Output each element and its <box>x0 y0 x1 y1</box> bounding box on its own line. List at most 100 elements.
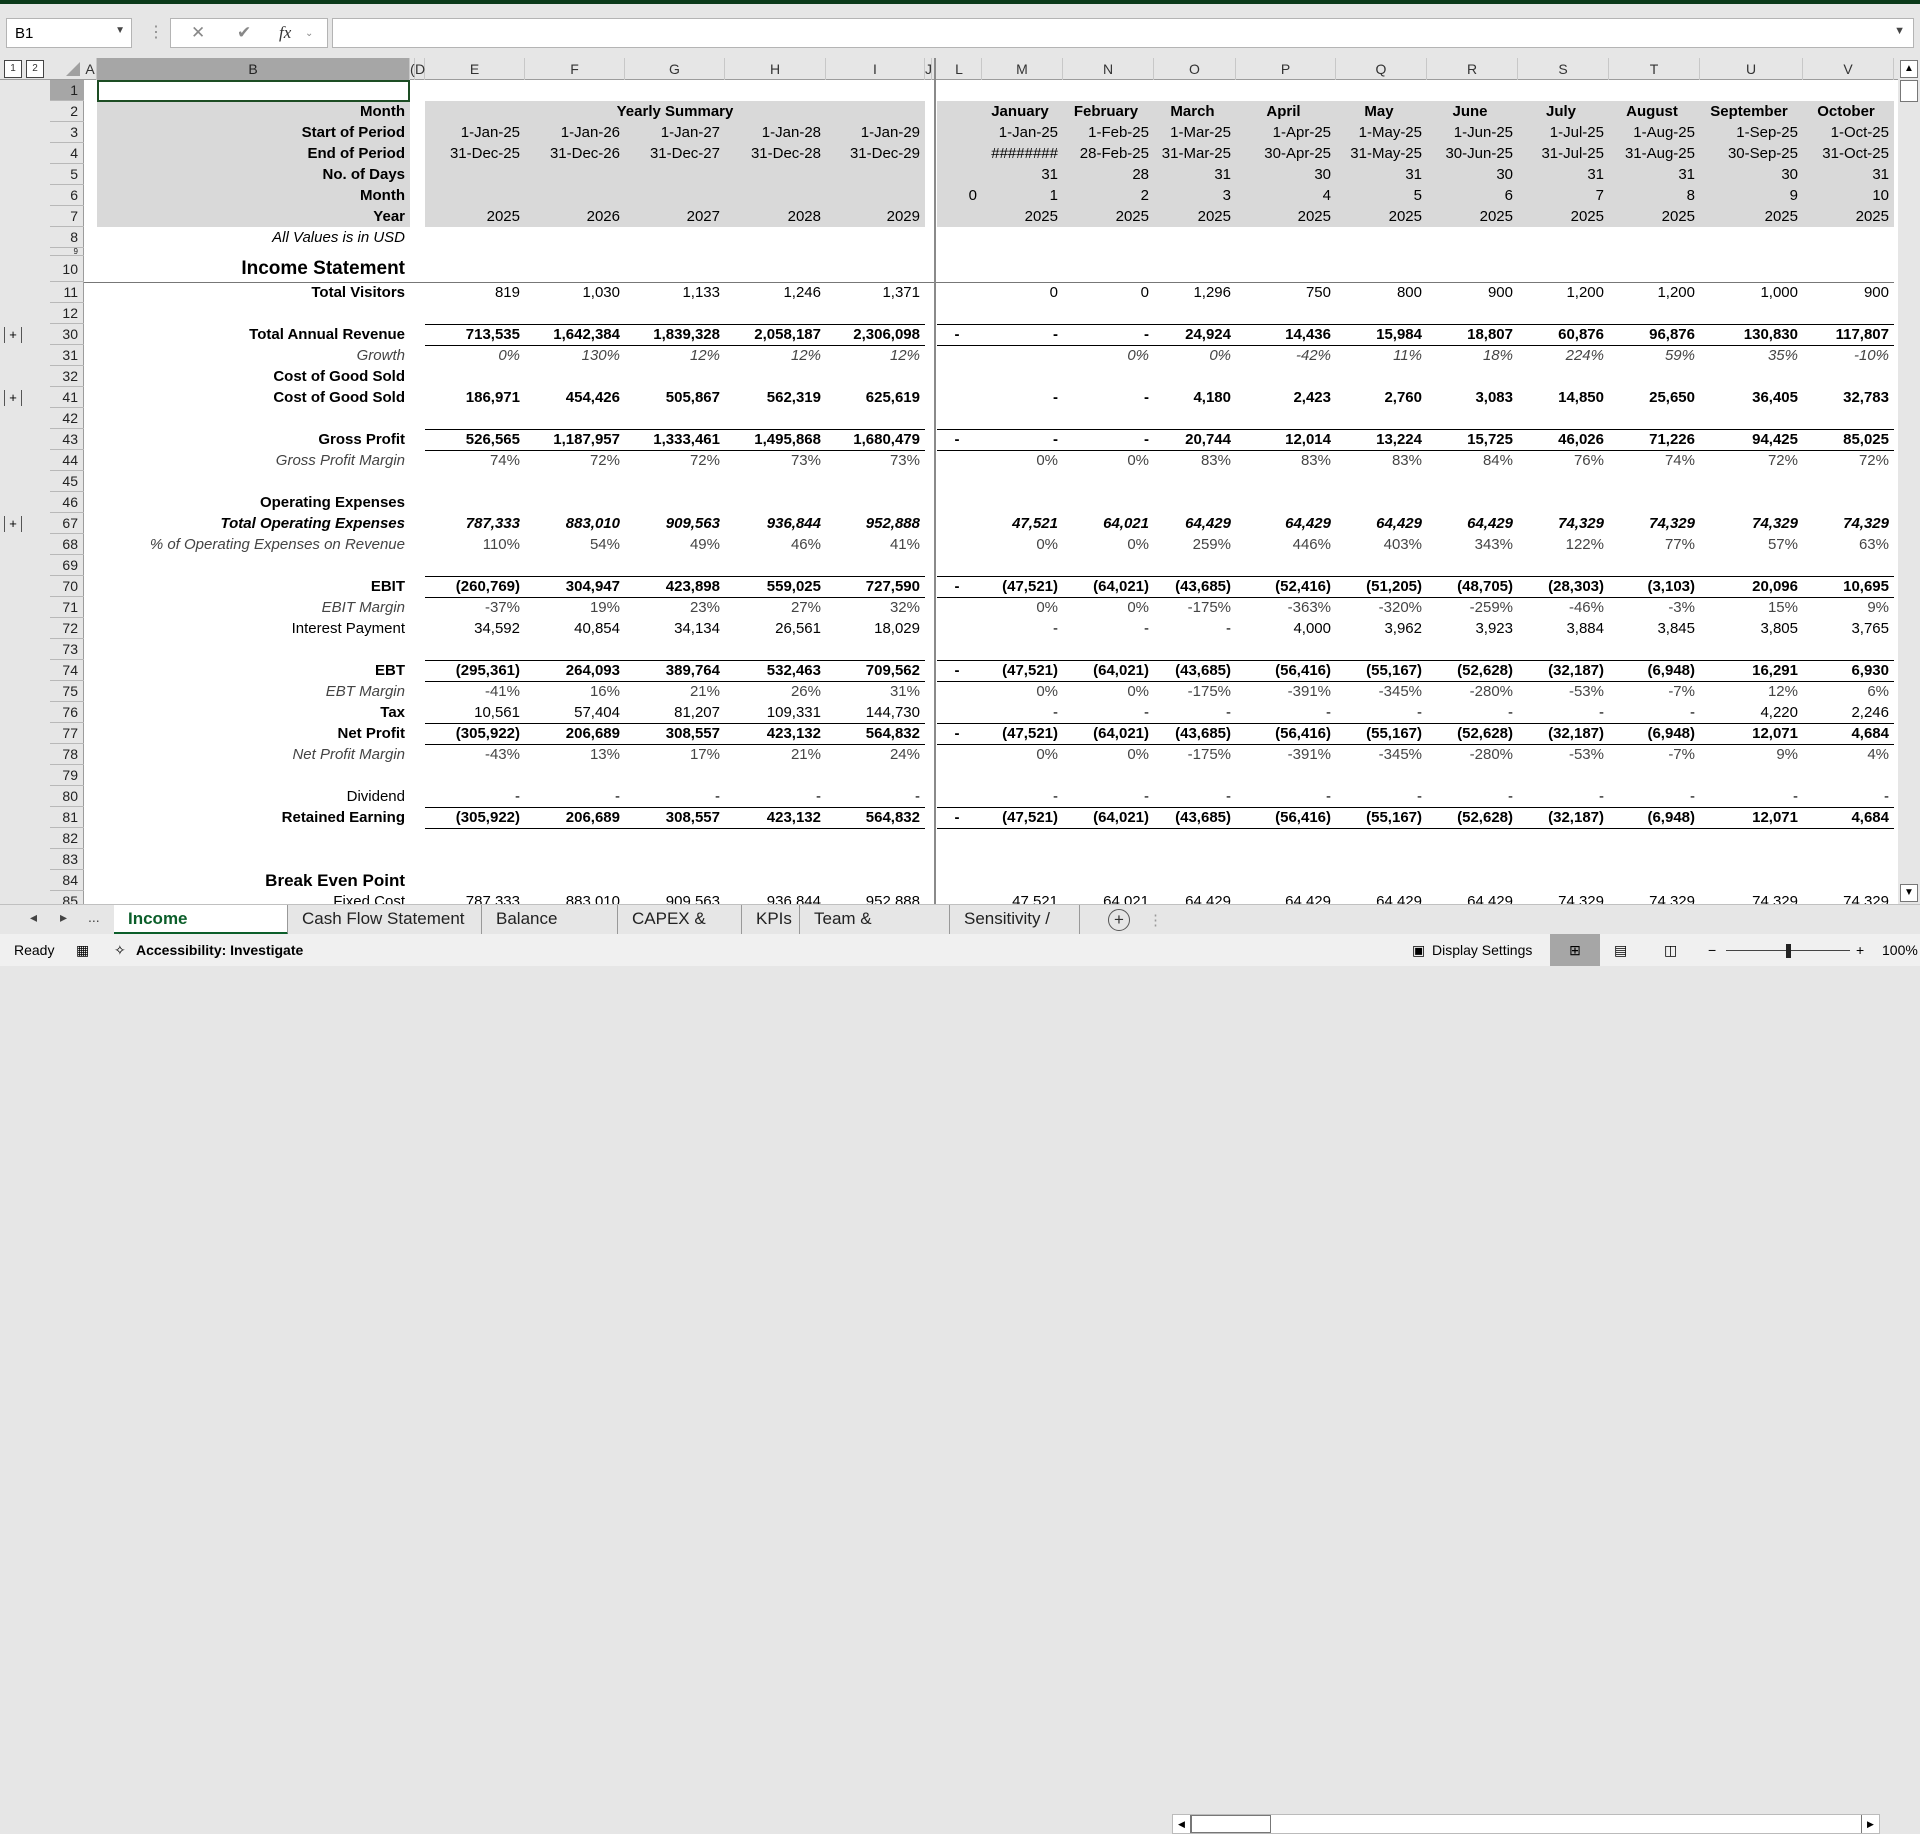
row-header-3[interactable]: 3 <box>50 122 84 143</box>
row-header-72[interactable]: 72 <box>50 618 84 639</box>
select-all-button[interactable] <box>66 62 80 76</box>
sheet-tab[interactable]: Income Statement <box>114 905 288 956</box>
row-header-73[interactable]: 73 <box>50 639 84 660</box>
scroll-down-button[interactable]: ▼ <box>1900 884 1918 902</box>
row-header-32[interactable]: 32 <box>50 366 84 387</box>
row-header-41[interactable]: 41 <box>50 387 84 408</box>
scroll-left-button[interactable]: ◀ <box>1173 1815 1191 1833</box>
active-cell-selection[interactable] <box>97 80 410 102</box>
sheet-tab[interactable]: Balance Sheet <box>482 905 618 956</box>
column-header-e[interactable]: E <box>425 58 525 80</box>
enter-check-icon[interactable]: ✔ <box>237 23 251 43</box>
column-header-d[interactable]: D <box>415 58 425 80</box>
more-tabs-button[interactable]: ... <box>88 909 100 925</box>
horizontal-scroll-thumb[interactable] <box>1191 1815 1271 1833</box>
row-header-74[interactable]: 74 <box>50 660 84 681</box>
sheet-tab[interactable]: Sensitivity / ... <box>950 905 1080 956</box>
row-header-68[interactable]: 68 <box>50 534 84 555</box>
chevron-down-icon[interactable]: ▼ <box>115 25 125 36</box>
row-header-10[interactable]: 10 <box>50 256 84 282</box>
row-header-77[interactable]: 77 <box>50 723 84 744</box>
row-header-70[interactable]: 70 <box>50 576 84 597</box>
zoom-slider-thumb[interactable] <box>1786 944 1791 958</box>
zoom-level[interactable]: 100% <box>1882 942 1918 958</box>
column-header-t[interactable]: T <box>1609 58 1700 80</box>
row-header-7[interactable]: 7 <box>50 206 84 227</box>
chevron-down-icon[interactable]: ⌄ <box>305 28 313 39</box>
row-header-31[interactable]: 31 <box>50 345 84 366</box>
row-header-1[interactable]: 1 <box>50 80 84 101</box>
sheet-tab[interactable]: Team & Salaries <box>800 905 950 956</box>
row-header-42[interactable]: 42 <box>50 408 84 429</box>
row-header-45[interactable]: 45 <box>50 471 84 492</box>
row-header-71[interactable]: 71 <box>50 597 84 618</box>
row-header-11[interactable]: 11 <box>50 282 84 303</box>
horizontal-scrollbar[interactable]: ◀ ▶ <box>1172 1814 1880 1834</box>
row-header-69[interactable]: 69 <box>50 555 84 576</box>
spreadsheet-grid[interactable]: 1 2 A B(D E F G H I J L M N O P Q R S T U V 1 2 3 4 5 6 7 8 9 10 11 1… <box>0 58 1898 904</box>
column-header-r[interactable]: R <box>1427 58 1518 80</box>
tab-scroll-right-icon[interactable]: ▸ <box>60 909 67 926</box>
row-header-82[interactable]: 82 <box>50 828 84 849</box>
outline-level-2-button[interactable]: 2 <box>26 60 44 78</box>
zoom-in-button[interactable]: + <box>1856 942 1864 958</box>
tab-scroll-left-icon[interactable]: ◂ <box>30 909 37 926</box>
column-header-q[interactable]: Q <box>1336 58 1427 80</box>
column-header-s[interactable]: S <box>1518 58 1609 80</box>
column-header-o[interactable]: O <box>1154 58 1236 80</box>
row-header-78[interactable]: 78 <box>50 744 84 765</box>
vertical-scroll-thumb[interactable] <box>1900 80 1918 102</box>
row-header-81[interactable]: 81 <box>50 807 84 828</box>
cancel-icon[interactable]: ✕ <box>191 23 205 43</box>
sheet-tab[interactable]: KPIs <box>742 905 800 935</box>
formula-input[interactable]: ▼ <box>332 18 1914 48</box>
row-header-80[interactable]: 80 <box>50 786 84 807</box>
column-header-l[interactable]: L <box>937 58 982 80</box>
row-header-79[interactable]: 79 <box>50 765 84 786</box>
row-header-76[interactable]: 76 <box>50 702 84 723</box>
accessibility-status[interactable]: Accessibility: Investigate <box>136 942 303 958</box>
row-header-75[interactable]: 75 <box>50 681 84 702</box>
column-header-i[interactable]: I <box>826 58 925 80</box>
row-header-4[interactable]: 4 <box>50 143 84 164</box>
add-sheet-button[interactable]: + <box>1108 909 1130 931</box>
column-header-h[interactable]: H <box>725 58 826 80</box>
column-header-j[interactable]: J <box>925 58 932 80</box>
column-header-p[interactable]: P <box>1236 58 1336 80</box>
row-header-30[interactable]: 30 <box>50 324 84 345</box>
sheet-tab[interactable]: Cash Flow Statement <box>288 905 482 935</box>
row-header-44[interactable]: 44 <box>50 450 84 471</box>
splitter-handle-icon[interactable]: ⋮ <box>1148 911 1163 929</box>
column-header-f[interactable]: F <box>525 58 625 80</box>
name-box[interactable]: B1 ▼ <box>6 18 132 48</box>
column-header-g[interactable]: G <box>625 58 725 80</box>
row-header-67[interactable]: 67 <box>50 513 84 534</box>
normal-view-button[interactable]: ⊞ <box>1550 934 1600 966</box>
row-header-9[interactable]: 9 <box>50 248 84 256</box>
row-header-8[interactable]: 8 <box>50 227 84 248</box>
scroll-up-button[interactable]: ▲ <box>1900 60 1918 78</box>
zoom-out-button[interactable]: − <box>1708 942 1716 958</box>
scroll-right-button[interactable]: ▶ <box>1861 1815 1879 1833</box>
row-header-12[interactable]: 12 <box>50 303 84 324</box>
insert-function-icon[interactable]: fx <box>279 23 291 43</box>
display-settings-icon[interactable]: ▣ <box>1412 942 1425 959</box>
expand-group-button[interactable]: + <box>4 327 22 343</box>
macro-recording-icon[interactable]: ▦ <box>76 942 89 959</box>
outline-level-1-button[interactable]: 1 <box>4 60 22 78</box>
sheet-tab[interactable]: CAPEX & OPEX <box>618 905 742 956</box>
column-header-b[interactable]: B <box>97 58 410 80</box>
expand-group-button[interactable]: + <box>4 516 22 532</box>
vertical-scrollbar[interactable]: ▲ ▼ <box>1898 58 1920 904</box>
column-header-n[interactable]: N <box>1063 58 1154 80</box>
column-header-m[interactable]: M <box>982 58 1063 80</box>
row-header-46[interactable]: 46 <box>50 492 84 513</box>
page-layout-view-button[interactable]: ▤ <box>1614 942 1627 959</box>
row-header-83[interactable]: 83 <box>50 849 84 870</box>
row-header-84[interactable]: 84 <box>50 870 84 891</box>
column-header-v[interactable]: V <box>1803 58 1894 80</box>
column-header-u[interactable]: U <box>1700 58 1803 80</box>
row-header-5[interactable]: 5 <box>50 164 84 185</box>
row-header-6[interactable]: 6 <box>50 185 84 206</box>
expand-group-button[interactable]: + <box>4 390 22 406</box>
